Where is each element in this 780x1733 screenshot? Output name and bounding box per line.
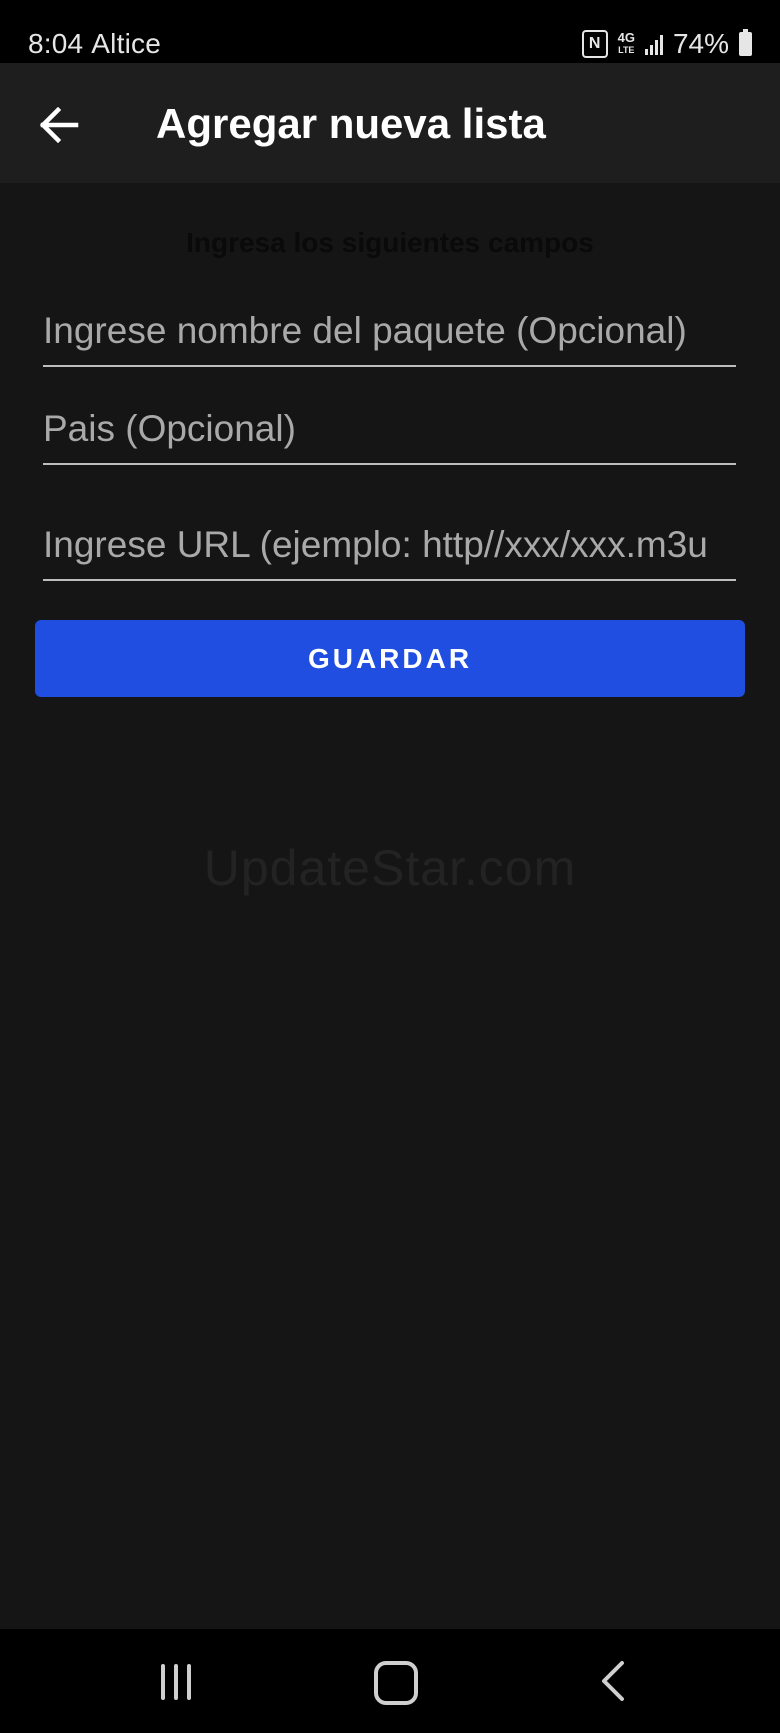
signal-icon — [644, 33, 663, 55]
navigation-bar — [0, 1629, 780, 1733]
save-button[interactable]: GUARDAR — [35, 620, 745, 697]
recent-apps-icon[interactable] — [158, 1664, 194, 1700]
status-time: 8:04 — [28, 28, 84, 59]
nfc-icon: N — [581, 30, 608, 58]
status-carrier: Altice — [91, 28, 161, 59]
battery-percent: 74% — [672, 28, 729, 59]
country-field[interactable] — [43, 403, 736, 465]
page-title: Agregar nueva lista — [156, 100, 546, 147]
home-icon[interactable] — [374, 1661, 418, 1705]
status-left: 8:04 Altice — [28, 28, 169, 60]
form-heading: Ingresa los siguientes campos — [186, 227, 594, 258]
status-bar: 8:04 Altice N 4G LTE 74% — [0, 0, 780, 63]
network-type-label: 4G — [617, 30, 635, 45]
package-name-field[interactable] — [43, 305, 736, 367]
battery-icon — [739, 29, 752, 56]
app-bar: Agregar nueva lista — [0, 63, 780, 183]
url-field[interactable] — [43, 519, 736, 581]
watermark: UpdateStar.com — [203, 840, 577, 896]
status-right: N 4G LTE 74% — [581, 28, 752, 60]
main-content: Ingresa los siguientes campos GUARDAR Up… — [0, 183, 780, 1629]
back-button[interactable] — [30, 96, 88, 154]
arrow-left-icon — [39, 107, 79, 143]
network-sub-label: LTE — [618, 45, 635, 55]
network-type-icon: 4G LTE — [617, 30, 635, 56]
chevron-left-icon[interactable] — [598, 1659, 628, 1703]
